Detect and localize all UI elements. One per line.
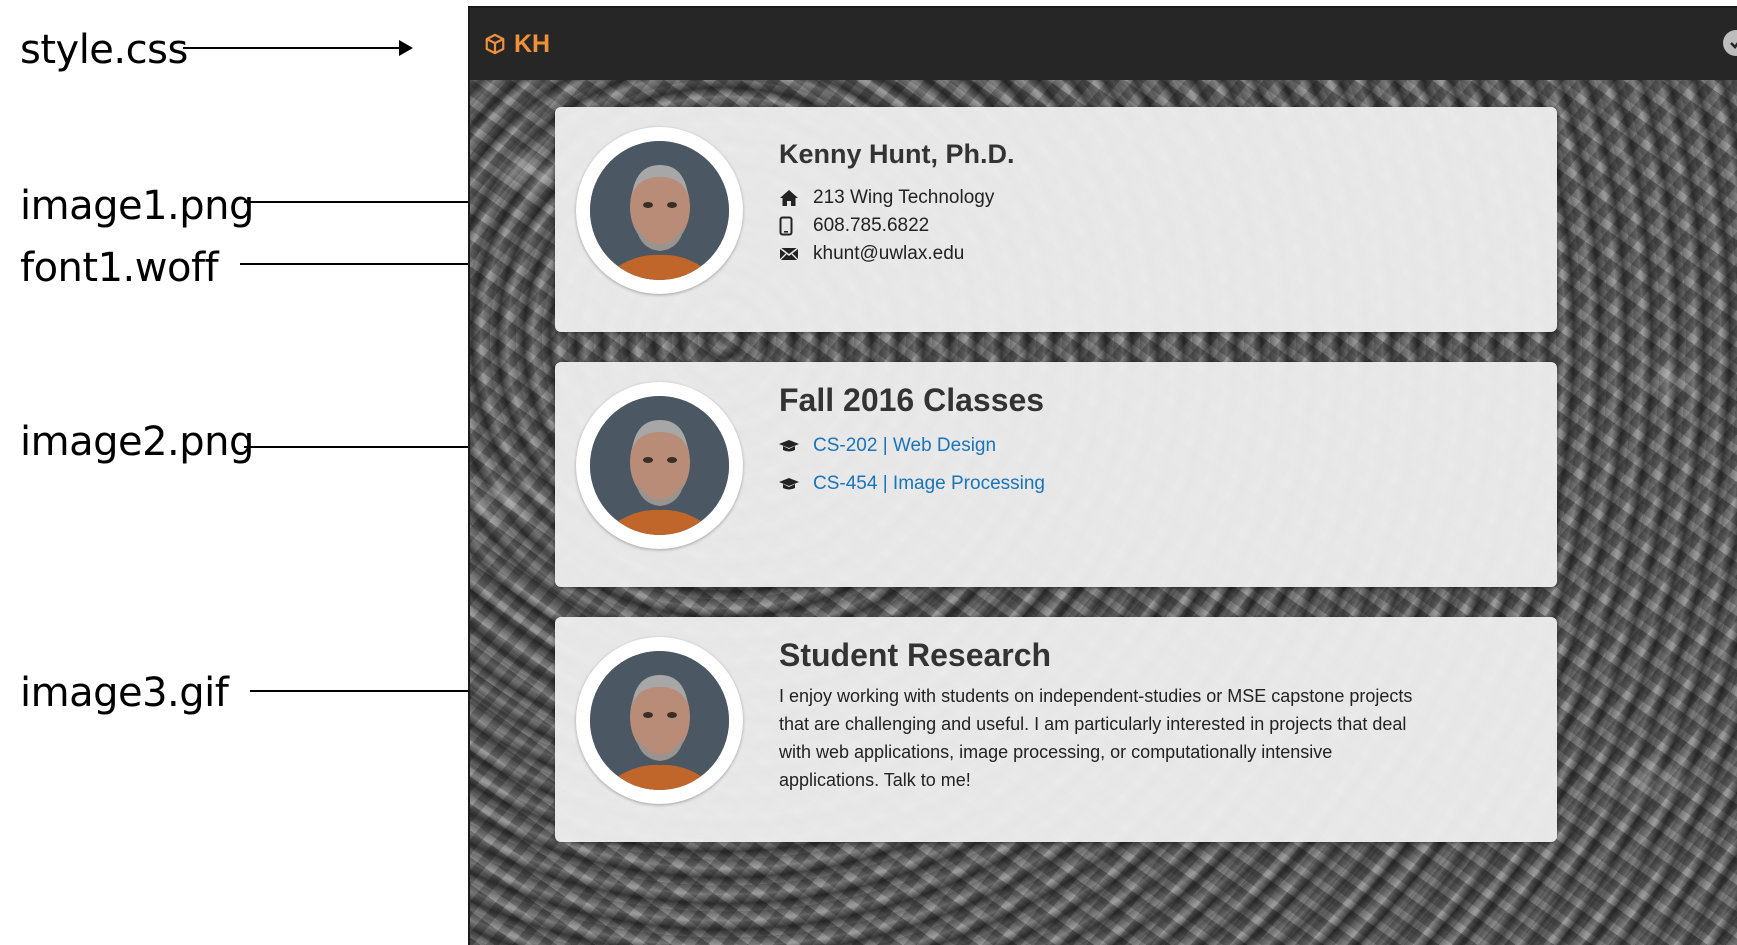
annotation-font1: font1.woff	[20, 245, 219, 291]
annotation-image3: image3.gif	[20, 670, 229, 716]
research-card: Student Research I enjoy working with st…	[555, 617, 1557, 842]
classes-card: Fall 2016 Classes CS-202 | Web Design CS…	[555, 362, 1557, 587]
annotation-style-css: style.css	[20, 27, 188, 73]
annotation-image2: image2.png	[20, 419, 254, 465]
person-name: Kenny Hunt, Ph.D.	[779, 139, 1015, 169]
research-content: Student Research I enjoy working with st…	[779, 637, 1527, 794]
phone-icon	[779, 216, 801, 236]
phone-row: 608.785.6822	[779, 212, 1527, 240]
email-row: khunt@uwlax.edu	[779, 240, 1527, 268]
home-icon	[779, 189, 801, 207]
phone-text: 608.785.6822	[813, 215, 930, 236]
annotation-arrow	[183, 40, 413, 56]
contact-card: Kenny Hunt, Ph.D. 213 Wing Technology 60…	[555, 107, 1557, 332]
envelope-icon	[779, 247, 801, 261]
classes-content: Fall 2016 Classes CS-202 | Web Design CS…	[779, 382, 1527, 503]
avatar	[576, 382, 743, 549]
graduation-cap-icon	[779, 476, 801, 492]
brand-link[interactable]: KH	[484, 30, 550, 59]
avatar-photo	[590, 651, 729, 790]
cube-icon	[484, 33, 506, 55]
class-item: CS-202 | Web Design	[779, 427, 1527, 465]
classes-title: Fall 2016 Classes	[779, 382, 1045, 418]
brand-text: KH	[514, 29, 551, 58]
avatar	[576, 127, 743, 294]
class-link-cs454[interactable]: CS-454 | Image Processing	[813, 473, 1045, 495]
address-row: 213 Wing Technology	[779, 184, 1527, 212]
class-link-cs202[interactable]: CS-202 | Web Design	[813, 435, 996, 457]
avatar	[576, 637, 743, 804]
navbar: KH	[470, 8, 1737, 80]
annotation-image1: image1.png	[20, 183, 254, 229]
annotation-panel: style.css image1.png font1.woff image2.p…	[0, 0, 696, 943]
address-text: 213 Wing Technology	[813, 187, 995, 208]
avatar-photo	[590, 141, 729, 280]
check-circle-icon[interactable]	[1723, 30, 1737, 56]
research-text: I enjoy working with students on indepen…	[779, 686, 1413, 790]
graduation-cap-icon	[779, 438, 801, 454]
contact-content: Kenny Hunt, Ph.D. 213 Wing Technology 60…	[779, 139, 1527, 268]
email-text[interactable]: khunt@uwlax.edu	[813, 243, 964, 265]
web-page-frame: KH Kenny Hunt, Ph.D. 213 Wing Technology…	[468, 6, 1737, 945]
class-item: CS-454 | Image Processing	[779, 465, 1527, 503]
background-image: Kenny Hunt, Ph.D. 213 Wing Technology 60…	[470, 80, 1737, 945]
avatar-photo	[590, 396, 729, 535]
research-title: Student Research	[779, 637, 1052, 673]
